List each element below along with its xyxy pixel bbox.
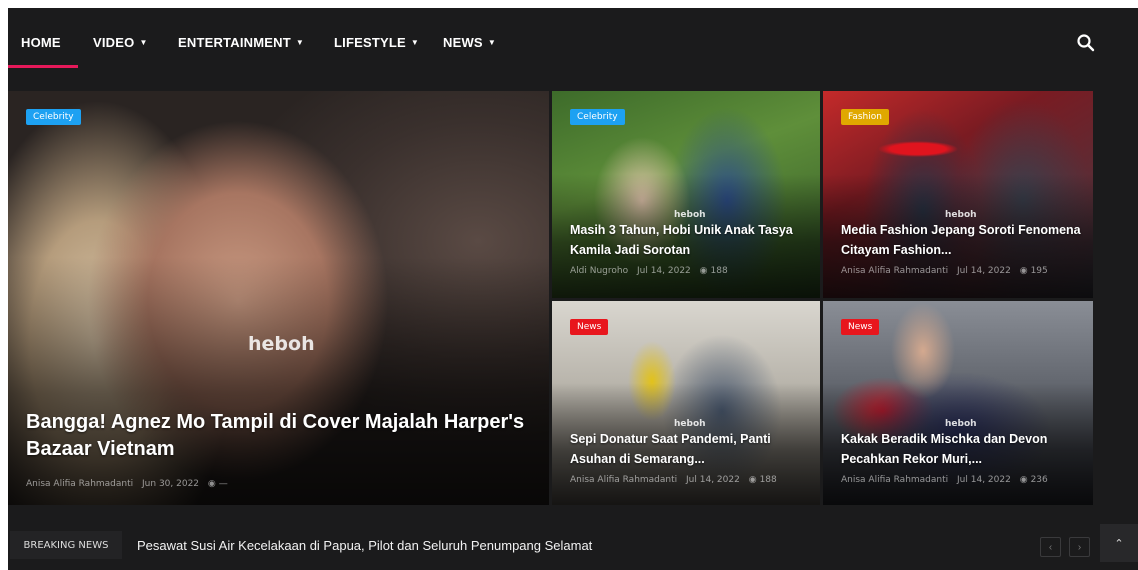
article-author: Anisa Alifia Rahmadanti bbox=[26, 479, 134, 489]
nav-home-label: HOME bbox=[21, 35, 61, 50]
article-title[interactable]: Masih 3 Tahun, Hobi Unik Anak Tasya Kami… bbox=[570, 220, 810, 260]
article-author: Aldi Nugroho bbox=[570, 266, 629, 276]
nav-entertainment[interactable]: ENTERTAINMENT ▼ bbox=[178, 35, 304, 50]
chevron-up-icon: ⌃ bbox=[1114, 537, 1124, 550]
article-meta: Anisa Alifia Rahmadanti Jul 14, 2022 ◉ 18… bbox=[570, 475, 777, 485]
chevron-left-icon: ‹ bbox=[1048, 541, 1053, 553]
article-title[interactable]: Bangga! Agnez Mo Tampil di Cover Majalah… bbox=[26, 409, 536, 463]
featured-article-card[interactable]: Celebrity heboh Bangga! Agnez Mo Tampil … bbox=[8, 91, 549, 505]
chevron-down-icon: ▼ bbox=[410, 38, 419, 47]
page-frame: HOME VIDEO ▼ ENTERTAINMENT ▼ LIFESTYLE ▼ NE… bbox=[8, 8, 1138, 570]
article-meta: Aldi Nugroho Jul 14, 2022 ◉ 188 bbox=[570, 266, 728, 276]
article-date: Jul 14, 2022 bbox=[957, 475, 1011, 485]
article-views: 188 bbox=[710, 266, 728, 276]
breaking-news-bar: BREAKING NEWS Pesawat Susi Air Kecelakaa… bbox=[8, 523, 1138, 570]
chevron-down-icon: ▼ bbox=[487, 38, 496, 47]
article-date: Jul 14, 2022 bbox=[636, 266, 691, 276]
watermark: heboh bbox=[945, 210, 977, 220]
article-card[interactable]: News heboh Sepi Donatur Saat Pandemi, Pa… bbox=[552, 301, 820, 505]
chevron-down-icon: ▼ bbox=[139, 38, 148, 47]
nav-home[interactable]: HOME bbox=[21, 35, 61, 50]
watermark: heboh bbox=[674, 210, 706, 220]
article-date: Jul 14, 2022 bbox=[957, 266, 1011, 276]
nav-active-indicator bbox=[8, 65, 78, 68]
article-views: 236 bbox=[1030, 475, 1048, 485]
article-views: 195 bbox=[1030, 266, 1048, 276]
ticker-prev-button[interactable]: ‹ bbox=[1040, 537, 1061, 557]
article-views: — bbox=[218, 479, 228, 489]
article-views: 188 bbox=[759, 475, 777, 485]
main-nav: HOME VIDEO ▼ ENTERTAINMENT ▼ LIFESTYLE ▼ NE… bbox=[8, 8, 1138, 70]
chevron-down-icon: ▼ bbox=[295, 38, 304, 47]
nav-entertainment-label: ENTERTAINMENT bbox=[178, 35, 291, 50]
article-meta: Anisa Alifia Rahmadanti Jun 30, 2022 ◉ — bbox=[26, 479, 228, 489]
category-badge[interactable]: Fashion bbox=[841, 109, 889, 125]
nav-news[interactable]: NEWS ▼ bbox=[443, 35, 496, 50]
breaking-news-label: BREAKING NEWS bbox=[10, 531, 122, 559]
category-badge[interactable]: News bbox=[570, 319, 609, 335]
eye-icon: ◉ bbox=[748, 475, 757, 485]
article-meta: Anisa Alifia Rahmadanti Jul 14, 2022 ◉ 23… bbox=[841, 475, 1048, 485]
category-badge[interactable]: Celebrity bbox=[570, 109, 625, 125]
article-title[interactable]: Sepi Donatur Saat Pandemi, Panti Asuhan … bbox=[570, 429, 810, 469]
nav-news-label: NEWS bbox=[443, 35, 483, 50]
article-card[interactable]: Celebrity heboh Masih 3 Tahun, Hobi Unik… bbox=[552, 91, 820, 298]
scroll-top-button[interactable]: ⌃ bbox=[1100, 524, 1138, 562]
chevron-right-icon: › bbox=[1077, 541, 1082, 553]
featured-shade bbox=[8, 256, 549, 505]
watermark: heboh bbox=[945, 419, 977, 429]
article-meta: Anisa Alifia Rahmadanti Jul 14, 2022 ◉ 19… bbox=[841, 266, 1048, 276]
category-badge[interactable]: Celebrity bbox=[26, 109, 81, 125]
article-author: Anisa Alifia Rahmadanti bbox=[570, 475, 678, 485]
article-title[interactable]: Kakak Beradik Mischka dan Devon Pecahkan… bbox=[841, 429, 1085, 469]
article-card[interactable]: Fashion heboh Media Fashion Jepang Sorot… bbox=[823, 91, 1093, 298]
eye-icon: ◉ bbox=[1019, 266, 1028, 276]
eye-icon: ◉ bbox=[699, 266, 708, 276]
article-author: Anisa Alifia Rahmadanti bbox=[841, 266, 949, 276]
search-button[interactable] bbox=[1076, 33, 1096, 53]
article-date: Jun 30, 2022 bbox=[142, 479, 200, 489]
article-author: Anisa Alifia Rahmadanti bbox=[841, 475, 949, 485]
category-badge[interactable]: News bbox=[841, 319, 880, 335]
article-date: Jul 14, 2022 bbox=[686, 475, 740, 485]
breaking-news-headline[interactable]: Pesawat Susi Air Kecelakaan di Papua, Pi… bbox=[137, 538, 592, 553]
nav-video-label: VIDEO bbox=[93, 35, 135, 50]
nav-lifestyle[interactable]: LIFESTYLE ▼ bbox=[334, 35, 419, 50]
nav-video[interactable]: VIDEO ▼ bbox=[93, 35, 148, 50]
watermark: heboh bbox=[248, 333, 315, 355]
article-title[interactable]: Media Fashion Jepang Soroti Fenomena Cit… bbox=[841, 220, 1085, 260]
ticker-next-button[interactable]: › bbox=[1069, 537, 1090, 557]
watermark: heboh bbox=[674, 419, 706, 429]
nav-lifestyle-label: LIFESTYLE bbox=[334, 35, 406, 50]
eye-icon: ◉ bbox=[207, 479, 216, 489]
search-icon bbox=[1077, 34, 1095, 52]
eye-icon: ◉ bbox=[1019, 475, 1028, 485]
article-card[interactable]: News heboh Kakak Beradik Mischka dan Dev… bbox=[823, 301, 1093, 505]
